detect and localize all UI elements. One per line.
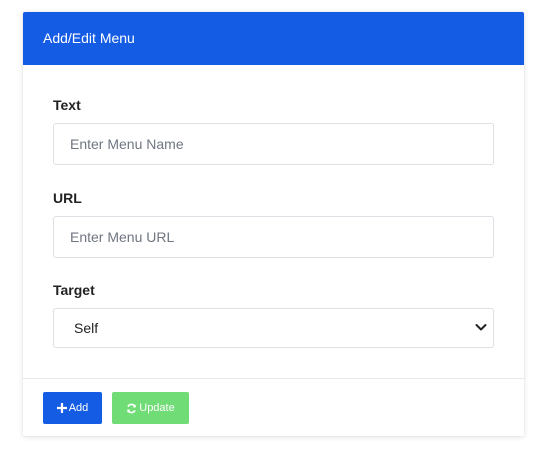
menu-editor-card: Add/Edit Menu Text URL Target Self [23,12,524,436]
update-button[interactable]: Update [112,392,189,424]
card-footer: Add Update [23,378,524,436]
card-header: Add/Edit Menu [23,12,524,65]
url-field-group: URL [53,188,494,258]
add-button-label: Add [68,402,89,414]
plus-icon [56,403,67,413]
target-select-value: Self [53,308,494,348]
menu-name-input[interactable] [53,123,494,165]
url-label: URL [53,190,82,206]
text-field-group: Text [53,95,494,165]
menu-form: Text URL Target Self [23,65,524,358]
update-button-label: Update [139,402,175,414]
refresh-icon [127,403,137,413]
target-label: Target [53,282,95,298]
target-select[interactable]: Self [53,308,494,348]
card-title: Add/Edit Menu [43,30,135,46]
text-label: Text [53,97,81,113]
menu-url-input[interactable] [53,216,494,258]
add-button[interactable]: Add [43,392,102,424]
target-field-group: Target Self [53,280,494,348]
chevron-down-icon [475,324,487,331]
